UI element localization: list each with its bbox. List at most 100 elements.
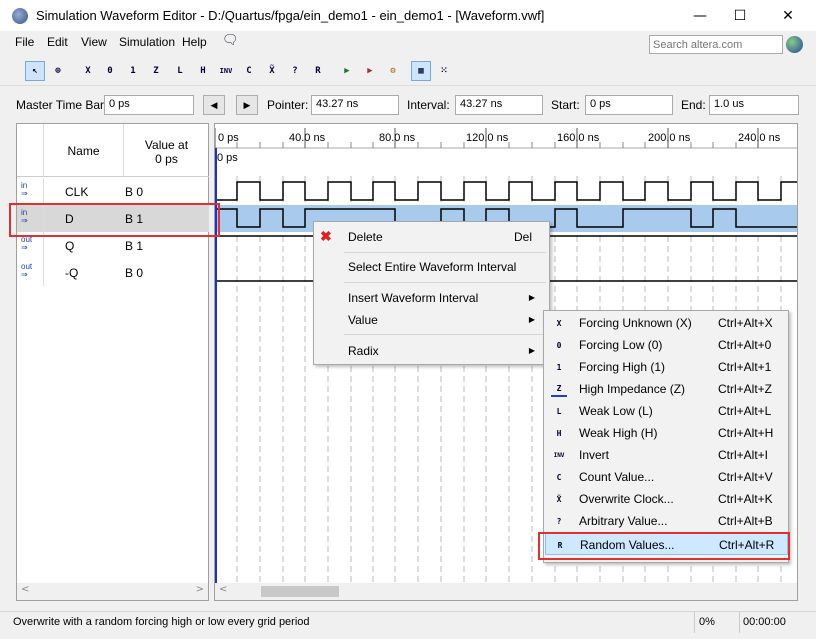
grid-settings-icon[interactable]: ⁙	[434, 61, 454, 81]
forcing-low-icon[interactable]: 0	[100, 61, 120, 81]
overwrite-clock-icon[interactable]: X̃	[262, 61, 282, 81]
pointer-field: 43.27 ns	[311, 95, 399, 115]
generate-netlist-icon[interactable]: ⚙	[383, 61, 403, 81]
interval-field: 43.27 ns	[455, 95, 543, 115]
menu-view[interactable]: View	[81, 35, 107, 49]
menu-item-shortcut: Ctrl+Alt+Z	[718, 382, 773, 396]
menu-simulation[interactable]: Simulation	[119, 35, 175, 49]
menu-item-label: Overwrite Clock...	[579, 492, 674, 506]
menu-radix[interactable]: Radix ▶	[314, 340, 549, 362]
menu-item-label: Forcing High (1)	[579, 360, 666, 374]
signal-value: B 1	[125, 239, 144, 253]
waveform-editor-window: Simulation Waveform Editor - D:/Quartus/…	[0, 0, 816, 639]
high-impedance-icon[interactable]: Z	[146, 61, 166, 81]
menu-high-impedance[interactable]: Z High Impedance (Z) Ctrl+Alt+Z	[545, 378, 788, 400]
signal-pane-scrollbar[interactable]: < >	[17, 583, 208, 600]
menu-item-label: Invert	[579, 448, 610, 462]
menu-arbitrary-value[interactable]: ? Arbitrary Value... Ctrl+Alt+B	[545, 510, 788, 532]
menu-forcing-low[interactable]: 0 Forcing Low (0) Ctrl+Alt+0	[545, 334, 788, 356]
menu-help[interactable]: Help	[182, 35, 207, 49]
signal-row-nq[interactable]: out ⇒ -Q B 0	[17, 259, 209, 286]
tick-label: 0 ps	[218, 132, 239, 144]
menu-value-label: Value	[348, 313, 378, 327]
menu-item-label: Arbitrary Value...	[579, 514, 668, 528]
highlight-box-random-values	[538, 532, 790, 560]
tick-label: 200.0 ns	[648, 132, 691, 144]
waveform-scrollbar[interactable]: <	[215, 583, 797, 600]
count-value-icon[interactable]: C	[239, 61, 259, 81]
menu-separator	[344, 282, 546, 283]
globe-icon[interactable]	[786, 36, 803, 53]
menu-item-shortcut: Ctrl+Alt+L	[718, 404, 772, 418]
signal-row-clk[interactable]: in ⇒ CLK B 0	[17, 178, 209, 205]
time-bar: Master Time Bar: 0 ps ◀ ▶ Pointer: 43.27…	[0, 90, 816, 118]
signal-name: CLK	[65, 185, 89, 199]
menu-separator	[344, 334, 546, 335]
menu-insert-interval[interactable]: Insert Waveform Interval ▶	[314, 287, 549, 309]
menu-item-shortcut: Ctrl+Alt+X	[718, 316, 773, 330]
forcing-unknown-icon: X	[556, 318, 562, 328]
previous-transition-button[interactable]: ◀	[203, 95, 225, 115]
menu-count-value[interactable]: C Count Value... Ctrl+Alt+V	[545, 466, 788, 488]
menu-item-shortcut: Ctrl+Alt+1	[718, 360, 772, 374]
signal-value: B 0	[125, 185, 144, 199]
zoom-tool-icon[interactable]: ⊕	[48, 61, 68, 81]
signal-list-pane: Name Value at 0 ps in ⇒ CLK B 0 in ⇒ D B 1…	[16, 123, 209, 601]
title-bar: Simulation Waveform Editor - D:/Quartus/…	[0, 0, 816, 31]
tick-label: 80.0 ns	[379, 132, 416, 144]
status-time: 00:00:00	[743, 616, 786, 628]
arbitrary-value-icon[interactable]: ?	[285, 61, 305, 81]
menu-delete-shortcut: Del	[514, 230, 533, 244]
menu-file[interactable]: File	[15, 35, 34, 49]
pointer-label: Pointer:	[267, 98, 309, 112]
submenu-arrow-icon: ▶	[528, 315, 535, 324]
random-values-icon[interactable]: R	[308, 61, 328, 81]
weak-low-icon[interactable]: L	[170, 61, 190, 81]
column-header-name[interactable]: Name	[44, 124, 124, 177]
menu-item-shortcut: Ctrl+Alt+0	[718, 338, 772, 352]
tick-label: 160.0 ns	[557, 132, 600, 144]
column-header-value[interactable]: Value at 0 ps	[124, 124, 209, 177]
invert-icon: INV	[553, 451, 565, 459]
menu-overwrite-clock[interactable]: X̃ Overwrite Clock... Ctrl+Alt+K	[545, 488, 788, 510]
help-chat-icon[interactable]: 🗨	[222, 32, 239, 48]
menu-item-shortcut: Ctrl+Alt+H	[718, 426, 774, 440]
run-functional-sim-icon[interactable]: ▶	[337, 61, 357, 81]
status-message: Overwrite with a random forcing high or …	[13, 616, 310, 628]
signal-name: Q	[65, 239, 75, 253]
menu-delete[interactable]: ✖ Delete Del	[314, 226, 549, 248]
menu-value[interactable]: Value ▶	[314, 309, 549, 331]
forcing-high-icon: 1	[556, 362, 562, 372]
search-input[interactable]	[649, 35, 783, 54]
menu-select-interval[interactable]: Select Entire Waveform Interval	[314, 256, 549, 278]
snap-to-grid-icon[interactable]: ▦	[411, 61, 431, 81]
maximize-button[interactable]: ☐	[717, 0, 763, 31]
start-field: 0 ps	[585, 95, 673, 115]
menu-invert[interactable]: INV Invert Ctrl+Alt+I	[545, 444, 788, 466]
next-transition-button[interactable]: ▶	[236, 95, 258, 115]
status-bar: Overwrite with a random forcing high or …	[0, 611, 816, 633]
menu-forcing-unknown[interactable]: X Forcing Unknown (X) Ctrl+Alt+X	[545, 312, 788, 334]
master-time-bar-field[interactable]: 0 ps	[104, 95, 194, 115]
menu-item-label: Weak High (H)	[579, 426, 658, 440]
close-button[interactable]: ✕	[765, 0, 811, 31]
count-value-icon: C	[556, 472, 562, 482]
menu-edit[interactable]: Edit	[47, 35, 68, 49]
menu-weak-high[interactable]: H Weak High (H) Ctrl+Alt+H	[545, 422, 788, 444]
menu-separator	[344, 252, 546, 253]
menu-item-label: Forcing Unknown (X)	[579, 316, 692, 330]
window-edge	[798, 123, 816, 601]
run-timing-sim-icon[interactable]: ▶	[360, 61, 380, 81]
weak-high-icon[interactable]: H	[193, 61, 213, 81]
tick-label: 240.0 ns	[738, 132, 781, 144]
menu-item-label: Forcing Low (0)	[579, 338, 663, 352]
pointer-tool-icon[interactable]: ↖	[25, 61, 45, 81]
menu-item-shortcut: Ctrl+Alt+K	[718, 492, 773, 506]
menu-weak-low[interactable]: L Weak Low (L) Ctrl+Alt+L	[545, 400, 788, 422]
menu-forcing-high[interactable]: 1 Forcing High (1) Ctrl+Alt+1	[545, 356, 788, 378]
menu-item-label: Count Value...	[579, 470, 655, 484]
status-progress: 0%	[699, 616, 715, 628]
invert-icon[interactable]: INV	[216, 61, 236, 81]
forcing-unknown-icon[interactable]: X	[78, 61, 98, 81]
forcing-high-icon[interactable]: 1	[123, 61, 143, 81]
